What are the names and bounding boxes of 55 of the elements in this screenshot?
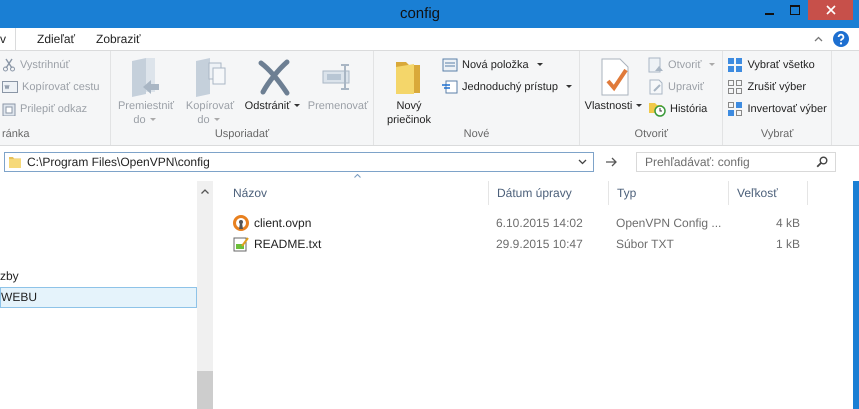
ribbon-button[interactable]: Vlastnosti xyxy=(584,57,646,128)
close-button[interactable] xyxy=(808,0,853,20)
copy-folder-icon xyxy=(193,57,227,97)
sidebar-item[interactable]: zby xyxy=(0,266,197,287)
open-icon xyxy=(648,57,664,73)
ribbon-button[interactable]: Odstrániť xyxy=(243,57,305,128)
new-item-icon xyxy=(442,58,458,72)
table-cell-text: 4 kB xyxy=(774,216,800,230)
delete-icon xyxy=(257,57,291,97)
scissors-icon xyxy=(2,58,16,72)
group-label: ránka xyxy=(2,128,31,142)
file-name[interactable]: README.txt xyxy=(254,236,322,250)
table-cell-text: 1 kB xyxy=(774,236,800,250)
column-header[interactable]: Dátum úpravy xyxy=(488,181,608,205)
ribbon-button[interactable]: Nový priečinok xyxy=(378,57,440,128)
sidebar-item[interactable]: WEBU xyxy=(0,287,197,308)
collapse-icon[interactable] xyxy=(814,36,823,42)
edit-icon xyxy=(648,79,664,95)
search-field[interactable]: Prehľadávať: config xyxy=(636,152,836,172)
address-field[interactable]: C:\Program Files\OpenVPN\config xyxy=(4,152,594,172)
search-icon xyxy=(816,156,828,168)
help-icon[interactable] xyxy=(833,31,849,47)
scroll-up-icon[interactable] xyxy=(201,189,209,194)
column-header[interactable]: Typ xyxy=(608,181,728,205)
ribbon-button[interactable]: Jednoduchý prístup xyxy=(442,79,576,95)
folder-icon xyxy=(8,155,22,169)
openvpn-file-icon xyxy=(233,214,249,230)
dropdown-icon[interactable] xyxy=(578,159,587,165)
ribbon-button[interactable]: Zrušiť výber xyxy=(727,79,827,95)
go-arrow-icon[interactable] xyxy=(606,157,618,167)
select-all-icon xyxy=(727,57,744,73)
scroll-thumb[interactable] xyxy=(197,371,213,409)
table-cell-text: 6.10.2015 14:02 xyxy=(495,216,584,230)
column-header[interactable]: Veľkosť xyxy=(728,181,808,205)
group-label: Otvoriť xyxy=(634,128,670,142)
ribbon-button[interactable]: Vybrať všetko xyxy=(727,57,827,73)
column-header[interactable]: Názov xyxy=(233,181,488,205)
table-cell-text: OpenVPN Config ... xyxy=(615,216,722,230)
scrollbar[interactable] xyxy=(197,181,213,409)
text-file-icon xyxy=(233,236,249,252)
ribbon-tab[interactable]: v xyxy=(0,28,16,50)
ribbon-button[interactable]: Nová položka xyxy=(442,57,576,73)
ribbon-button[interactable]: História xyxy=(648,101,718,117)
window-title: config xyxy=(400,4,440,22)
close-icon xyxy=(826,5,836,15)
ribbon-button[interactable]: Invertovať výber xyxy=(727,101,827,117)
history-icon xyxy=(648,101,666,117)
group-label: Vybrať xyxy=(760,128,794,142)
group-label: Usporiadať xyxy=(214,128,270,142)
table-cell-text: 29.9.2015 10:47 xyxy=(495,236,584,250)
file-name[interactable]: client.ovpn xyxy=(254,216,312,230)
table-cell-text: Súbor TXT xyxy=(615,236,675,250)
select-none-icon xyxy=(727,79,744,95)
invert-selection-icon xyxy=(727,101,744,117)
group-label: Nové xyxy=(462,128,490,142)
